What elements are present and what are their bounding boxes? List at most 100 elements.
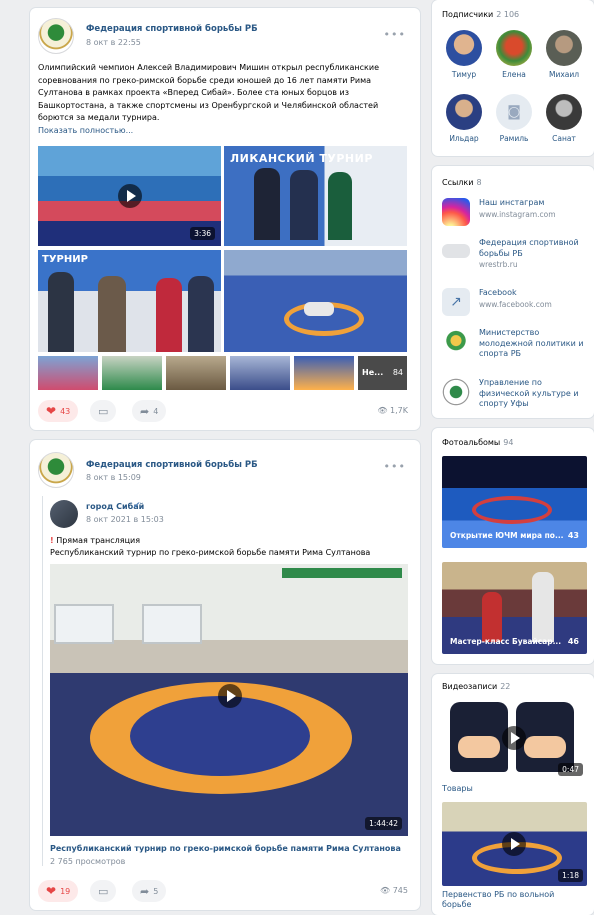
live-title: Республиканский турнир по греко-римской …	[50, 548, 371, 557]
links-count: 8	[476, 178, 482, 187]
subscriber[interactable]: Санат	[540, 94, 588, 143]
subscribers-header[interactable]: Подписчики 2 106	[442, 10, 519, 19]
like-button[interactable]: ❤ 43	[38, 400, 79, 422]
video-title[interactable]: Первенство РБ по вольной борьбе	[442, 890, 582, 910]
subscriber-name: Ильдар	[449, 134, 479, 143]
post-author[interactable]: Федерация спортивной борьбы РБ	[86, 460, 258, 470]
exclamation-icon: !	[50, 536, 54, 545]
heart-icon: ❤	[46, 884, 57, 898]
view-count: 👁 745	[380, 886, 408, 895]
link-url: wrestrb.ru	[479, 260, 518, 269]
video-thumbnail[interactable]: 3:36	[38, 146, 221, 246]
video-title[interactable]: Республиканский турнир по греко-римской …	[50, 844, 401, 853]
banner-text: ЛИКАНСКИЙ ТУРНИР	[230, 152, 373, 165]
links-title: Ссылки	[442, 178, 474, 187]
comment-icon: ▭	[98, 404, 109, 418]
subscribers-count: 2 106	[496, 10, 520, 19]
like-count: 43	[60, 406, 71, 416]
play-icon[interactable]	[218, 684, 242, 708]
links-block: Ссылки 8 Наш инстаграм www.instagram.com Ф…	[432, 166, 594, 418]
more-options-icon[interactable]: •••	[384, 460, 406, 473]
albums-count: 94	[503, 438, 514, 447]
video-duration: 3:36	[190, 227, 215, 240]
subscriber[interactable]: ◙ Рамиль	[490, 94, 538, 143]
albums-title: Фотоальбомы	[442, 438, 501, 447]
video-card[interactable]: 1:18	[442, 802, 587, 886]
like-count: 19	[60, 886, 71, 896]
post-text: Олимпийский чемпион Алексей Владимирович…	[38, 63, 380, 122]
more-photos-label: Не...	[362, 368, 384, 377]
subscriber[interactable]: Ильдар	[440, 94, 488, 143]
subscriber[interactable]: Михаил	[540, 30, 588, 79]
album-caption: Мастер-класс Бувайсар...	[450, 637, 562, 646]
link-title: Управление по физической культуре и спор…	[479, 378, 579, 408]
community-avatar[interactable]	[38, 452, 74, 488]
site-icon	[442, 244, 470, 258]
views-value: 1,7K	[390, 406, 408, 415]
video-duration: 0:47	[558, 763, 583, 776]
link-url: www.facebook.com	[479, 299, 552, 309]
subscriber[interactable]: Тимур	[440, 30, 488, 79]
facebook-icon: ↗	[442, 288, 470, 316]
album-count: 46	[567, 637, 579, 646]
avatar	[496, 30, 532, 66]
share-count: 5	[153, 886, 159, 896]
video-title[interactable]: Товары	[442, 784, 473, 793]
views-value: 745	[392, 886, 408, 895]
comment-button[interactable]: ▭	[90, 880, 117, 902]
photo-speaker[interactable]: ТУРНИР	[38, 250, 221, 352]
video-card[interactable]: 0:47	[442, 696, 587, 780]
video-duration: 1:18	[558, 869, 583, 882]
live-video-player[interactable]: 1:44:42	[50, 564, 408, 836]
play-icon	[502, 726, 526, 750]
album-card[interactable]: Мастер-класс Бувайсар... 46	[442, 562, 587, 654]
repost-date[interactable]: 8 окт 2021 в 15:03	[86, 515, 164, 524]
link-title: Министерство молодежной политики и спорт…	[479, 328, 584, 358]
post-card-2: Федерация спортивной борьбы РБ 8 окт в 1…	[30, 440, 420, 910]
videos-count: 22	[500, 682, 511, 691]
thumbnail[interactable]	[38, 356, 98, 390]
photo-match[interactable]	[224, 250, 407, 352]
link-title: Наш инстаграм	[479, 198, 545, 207]
play-icon	[502, 832, 526, 856]
thumbnail[interactable]	[102, 356, 162, 390]
subscriber-name: Рамиль	[499, 134, 529, 143]
album-card[interactable]: Открытие ЮЧМ мира по... 43	[442, 456, 587, 548]
post-date[interactable]: 8 окт в 22:55	[86, 38, 141, 47]
subscriber[interactable]: Елена	[490, 30, 538, 79]
photo-ceremony[interactable]: ЛИКАНСКИЙ ТУРНИР	[224, 146, 407, 246]
videos-block: Видеозаписи 22 0:47 Товары 1:18 Первенств…	[432, 674, 594, 915]
eye-icon: 👁	[377, 406, 388, 415]
post-date[interactable]: 8 окт в 15:09	[86, 473, 141, 482]
albums-block: Фотоальбомы 94 Открытие ЮЧМ мира по... 43…	[432, 428, 594, 664]
post-card-1: Федерация спортивной борьбы РБ 8 окт в 2…	[30, 8, 420, 430]
album-caption: Открытие ЮЧМ мира по...	[450, 531, 564, 540]
thumbnail[interactable]	[294, 356, 354, 390]
more-options-icon[interactable]: •••	[384, 28, 406, 41]
thumbnail[interactable]	[166, 356, 226, 390]
like-button[interactable]: ❤ 19	[38, 880, 79, 902]
live-label: Прямая трансляция	[56, 536, 141, 545]
camera-placeholder-icon: ◙	[496, 94, 532, 130]
links-header[interactable]: Ссылки 8	[442, 178, 482, 187]
show-more-link[interactable]: Показать полностью...	[38, 126, 133, 135]
play-icon	[118, 184, 142, 208]
post-author[interactable]: Федерация спортивной борьбы РБ	[86, 24, 258, 34]
thumbnail[interactable]	[230, 356, 290, 390]
share-button[interactable]: ➦ 5	[132, 880, 167, 902]
video-views: 2 765 просмотров	[50, 857, 126, 866]
subscriber-name: Михаил	[548, 70, 580, 79]
repost-avatar[interactable]	[50, 500, 78, 528]
community-avatar[interactable]	[38, 18, 74, 54]
comment-button[interactable]: ▭	[90, 400, 117, 422]
instagram-icon	[442, 198, 470, 226]
avatar	[446, 94, 482, 130]
share-button[interactable]: ➦ 4	[132, 400, 167, 422]
videos-header[interactable]: Видеозаписи 22	[442, 682, 510, 691]
emblem-icon	[442, 378, 470, 406]
emblem-icon	[442, 328, 470, 356]
repost-divider	[42, 496, 43, 866]
link-title: Facebook	[479, 288, 517, 297]
more-photos-thumbnail[interactable]: Не... 84	[358, 356, 407, 390]
albums-header[interactable]: Фотоальбомы 94	[442, 438, 513, 447]
